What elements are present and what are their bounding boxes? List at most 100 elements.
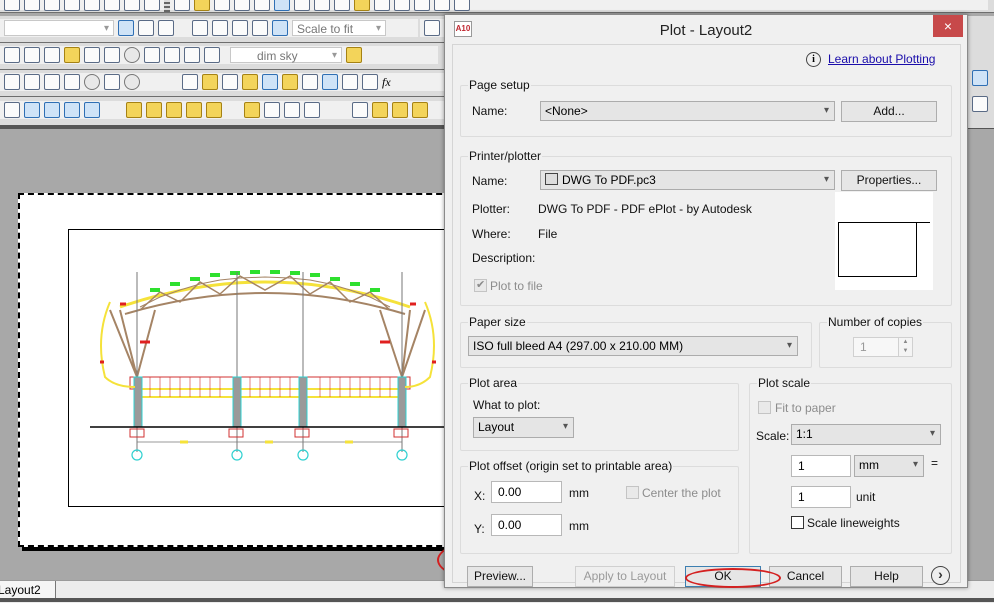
- measure-distance-icon[interactable]: [126, 102, 142, 118]
- pan-icon[interactable]: [394, 0, 410, 11]
- view-left-icon[interactable]: [24, 102, 40, 118]
- offset-x-input[interactable]: 0.00: [491, 481, 562, 503]
- box-icon[interactable]: [4, 74, 20, 90]
- copies-spinner[interactable]: ▲ ▼: [898, 337, 913, 357]
- torus-icon[interactable]: [124, 74, 140, 90]
- show-all-constraints-icon[interactable]: [242, 74, 258, 90]
- measure-area-icon[interactable]: [186, 102, 202, 118]
- sphere-icon[interactable]: [84, 74, 100, 90]
- scale-mm-input[interactable]: 1: [791, 455, 851, 477]
- zoom-window-icon[interactable]: [434, 0, 450, 11]
- zoom-icon[interactable]: [4, 102, 20, 118]
- scale-unit-input[interactable]: 1: [791, 486, 851, 508]
- locate-point-icon[interactable]: [304, 102, 320, 118]
- cut-icon[interactable]: [294, 0, 310, 11]
- parameters-manager-icon[interactable]: fx: [382, 75, 391, 90]
- quickcalc-icon[interactable]: [124, 0, 140, 11]
- measure-angle-icon[interactable]: [166, 102, 182, 118]
- viewport-scale-combo[interactable]: Scale to fit ▾: [292, 20, 386, 36]
- printer-name-select[interactable]: DWG To PDF.pc3 ▾: [540, 170, 835, 190]
- help-icon[interactable]: [144, 0, 160, 11]
- layer-previous-icon[interactable]: [138, 20, 154, 36]
- measure-radius-icon[interactable]: [146, 102, 162, 118]
- layer-match-icon[interactable]: [972, 70, 988, 86]
- viewports-icon[interactable]: [192, 20, 208, 36]
- ok-button[interactable]: OK: [685, 566, 761, 587]
- dim-baseline-icon[interactable]: [4, 47, 20, 63]
- center-mark-icon[interactable]: [104, 47, 120, 63]
- sheet-set-icon[interactable]: [44, 0, 60, 11]
- printer-properties-button[interactable]: Properties...: [841, 170, 937, 191]
- dim-linear-icon[interactable]: [244, 102, 260, 118]
- dim-update-icon[interactable]: [204, 47, 220, 63]
- preview-button[interactable]: Preview...: [467, 566, 533, 587]
- tool-palettes-icon[interactable]: [84, 0, 100, 11]
- help-button[interactable]: Help: [850, 566, 923, 587]
- revcloud-icon[interactable]: [392, 102, 408, 118]
- list-icon[interactable]: [264, 102, 280, 118]
- auto-constrain-icon[interactable]: [182, 74, 198, 90]
- show-constraints-icon[interactable]: [222, 74, 238, 90]
- inspect-icon[interactable]: [124, 47, 140, 63]
- undo-icon[interactable]: [4, 0, 20, 11]
- infer-constraints-icon[interactable]: [202, 74, 218, 90]
- open-icon[interactable]: [194, 0, 210, 11]
- plot-to-file-checkbox[interactable]: [474, 278, 487, 292]
- dim-continue-icon[interactable]: [24, 47, 40, 63]
- hide-constraints-icon[interactable]: [262, 74, 278, 90]
- tolerance-icon[interactable]: [84, 47, 100, 63]
- measure-volume-icon[interactable]: [206, 102, 222, 118]
- zoom-realtime-icon[interactable]: [414, 0, 430, 11]
- learn-about-plotting-link[interactable]: Learn about Plotting: [828, 52, 935, 66]
- what-to-plot-select[interactable]: Layout ▾: [473, 417, 574, 438]
- view-navigate-icon[interactable]: [64, 102, 80, 118]
- plot-preview-icon[interactable]: [254, 0, 270, 11]
- more-options-button[interactable]: ›: [931, 566, 950, 585]
- zoom-previous-icon[interactable]: [454, 0, 470, 11]
- dialog-titlebar[interactable]: A10 Plot - Layout2 ×: [445, 15, 967, 45]
- layer-combo[interactable]: ▾: [4, 20, 114, 36]
- copy-icon[interactable]: [314, 0, 330, 11]
- new-icon[interactable]: [174, 0, 190, 11]
- dim-space-icon[interactable]: [44, 47, 60, 63]
- spin-up-icon[interactable]: ▲: [899, 338, 912, 347]
- match-properties-icon[interactable]: [354, 0, 370, 11]
- tab-layout2[interactable]: Layout2: [0, 581, 56, 599]
- close-button[interactable]: ×: [933, 15, 963, 37]
- delete-constraints-icon[interactable]: [972, 96, 988, 112]
- cone-icon[interactable]: [64, 74, 80, 90]
- script-icon[interactable]: [284, 102, 300, 118]
- add-page-setup-button[interactable]: Add...: [841, 101, 937, 122]
- text-edit-icon[interactable]: [424, 20, 440, 36]
- constraint-settings-icon[interactable]: [362, 74, 378, 90]
- dim-edit-icon[interactable]: [164, 47, 180, 63]
- lock-constraint-icon[interactable]: [282, 74, 298, 90]
- clip-viewport-icon[interactable]: [272, 20, 288, 36]
- draworder-icon[interactable]: [352, 102, 368, 118]
- page-setup-name-select[interactable]: <None> ▾: [540, 101, 835, 121]
- markup-icon[interactable]: [104, 0, 120, 11]
- wedge-icon[interactable]: [104, 74, 120, 90]
- dim-break-icon[interactable]: [64, 47, 80, 63]
- apply-to-layout-button[interactable]: Apply to Layout: [575, 566, 675, 587]
- dim-text-edit-icon[interactable]: [184, 47, 200, 63]
- cancel-button[interactable]: Cancel: [769, 566, 842, 587]
- save-icon[interactable]: [214, 0, 230, 11]
- dimstyle-combo[interactable]: dim sky ▾: [230, 47, 342, 63]
- hatch-edit-icon[interactable]: [372, 102, 388, 118]
- design-center-icon[interactable]: [64, 0, 80, 11]
- cylinder-icon[interactable]: [44, 74, 60, 90]
- view-orbit-icon[interactable]: [84, 102, 100, 118]
- delete-constraints-icon[interactable]: [342, 74, 358, 90]
- center-the-plot-checkbox[interactable]: [626, 486, 639, 499]
- fit-to-paper-checkbox[interactable]: [758, 401, 771, 414]
- layer-states-icon[interactable]: [158, 20, 174, 36]
- scale-select[interactable]: 1:1 ▾: [791, 424, 941, 445]
- polygonal-viewport-icon[interactable]: [232, 20, 248, 36]
- redo-icon[interactable]: [24, 0, 40, 11]
- dim-constraint-icon[interactable]: [302, 74, 318, 90]
- block-editor-icon[interactable]: [374, 0, 390, 11]
- paste-icon[interactable]: [334, 0, 350, 11]
- erase-icon[interactable]: [412, 102, 428, 118]
- single-viewport-icon[interactable]: [212, 20, 228, 36]
